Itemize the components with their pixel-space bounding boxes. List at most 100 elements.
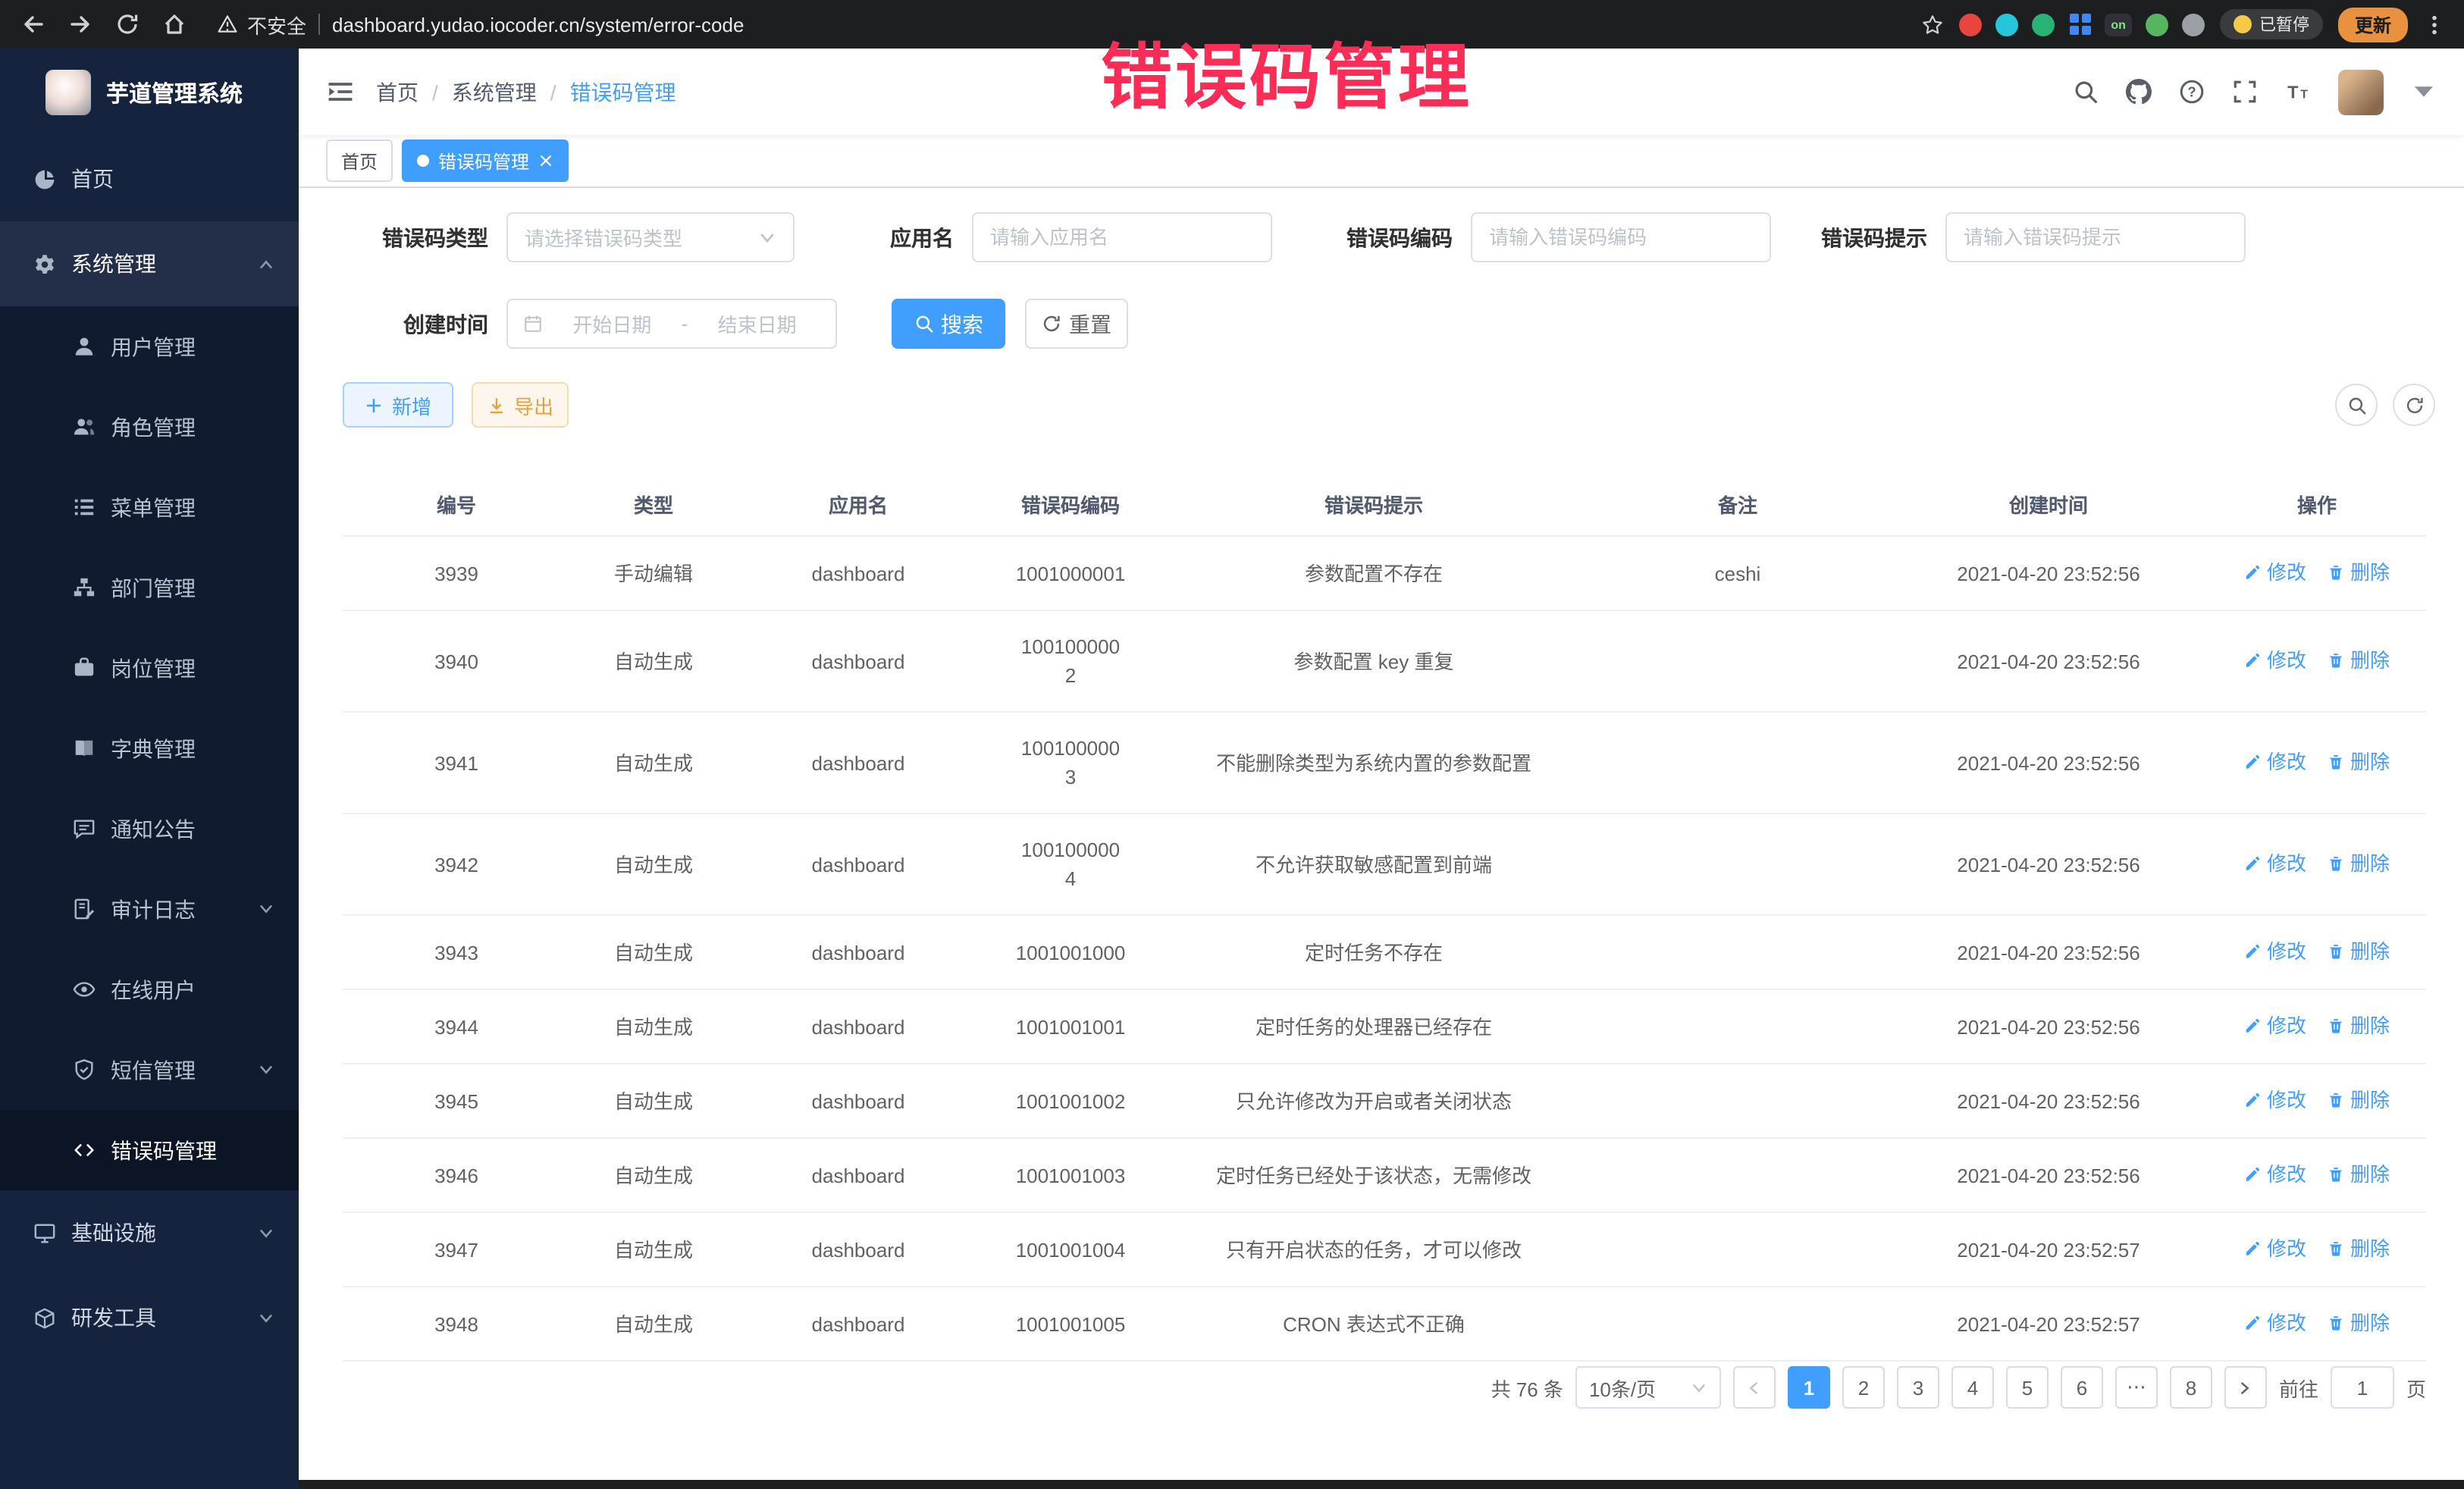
sidebar-item-notice[interactable]: 通知公告 <box>0 788 299 869</box>
sidebar-item-dict[interactable]: 字典管理 <box>0 708 299 788</box>
sidebar-item-dept[interactable]: 部门管理 <box>0 547 299 628</box>
search-button[interactable]: 搜索 <box>892 299 1005 349</box>
chevron-down-icon[interactable] <box>2411 79 2437 105</box>
prev-page-button[interactable] <box>1733 1366 1776 1409</box>
pagination-page-button[interactable]: 5 <box>2006 1366 2049 1409</box>
user-avatar[interactable] <box>2338 69 2384 114</box>
cell-remark <box>1586 610 1889 712</box>
font-size-icon[interactable]: TT <box>2285 79 2311 105</box>
pagination-more-button[interactable]: ⋯ <box>2115 1366 2158 1409</box>
pagination-page-button[interactable]: 8 <box>2170 1366 2212 1409</box>
tab-item[interactable]: 首页 <box>326 139 393 182</box>
export-button[interactable]: 导出 <box>472 382 569 428</box>
sidebar-item-system[interactable]: 系统管理 <box>0 221 299 306</box>
app-name-input[interactable] <box>972 212 1272 262</box>
edit-link-label: 修改 <box>2267 937 2306 966</box>
date-range-picker[interactable]: 开始日期 - 结束日期 <box>506 299 837 349</box>
delete-link[interactable]: 删除 <box>2328 1234 2390 1263</box>
delete-link[interactable]: 删除 <box>2328 1011 2390 1040</box>
edit-link[interactable]: 修改 <box>2244 1011 2306 1040</box>
extension-on-switch-icon[interactable]: on <box>2105 13 2132 36</box>
sidebar-item-menu[interactable]: 菜单管理 <box>0 467 299 547</box>
search-button-label: 搜索 <box>941 309 983 339</box>
sidebar-item-post[interactable]: 岗位管理 <box>0 628 299 708</box>
edit-link[interactable]: 修改 <box>2244 1309 2306 1337</box>
reload-icon[interactable] <box>115 12 140 36</box>
delete-link[interactable]: 删除 <box>2328 937 2390 966</box>
delete-link[interactable]: 删除 <box>2328 1160 2390 1189</box>
github-icon[interactable] <box>2126 79 2152 105</box>
extension-blue-grid-icon[interactable] <box>2068 13 2091 36</box>
delete-link[interactable]: 删除 <box>2328 1309 2390 1337</box>
edit-link[interactable]: 修改 <box>2244 937 2306 966</box>
back-icon[interactable] <box>21 12 45 36</box>
edit-link[interactable]: 修改 <box>2244 1086 2306 1114</box>
extension-teal-icon[interactable] <box>1995 13 2018 36</box>
delete-link[interactable]: 删除 <box>2328 1086 2390 1114</box>
error-hint-input[interactable] <box>1945 212 2246 262</box>
trash-icon <box>2328 754 2344 770</box>
breadcrumb-item[interactable]: 系统管理 <box>452 77 537 107</box>
edit-link[interactable]: 修改 <box>2244 849 2306 878</box>
delete-link-label: 删除 <box>2350 748 2390 776</box>
pagination-page-button[interactable]: 1 <box>1788 1366 1830 1409</box>
breadcrumb-item[interactable]: 首页 <box>376 77 419 107</box>
sidebar-item-online-user[interactable]: 在线用户 <box>0 949 299 1030</box>
browser-menu-icon[interactable] <box>2423 13 2446 36</box>
sidebar-item-audit-log[interactable]: 审计日志 <box>0 869 299 949</box>
tab-item[interactable]: 错误码管理 <box>402 139 569 182</box>
edit-link[interactable]: 修改 <box>2244 646 2306 675</box>
collapse-menu-icon[interactable] <box>299 77 376 106</box>
sidebar-item-infra[interactable]: 基础设施 <box>0 1190 299 1275</box>
delete-link[interactable]: 删除 <box>2328 849 2390 878</box>
delete-link-label: 删除 <box>2350 1234 2390 1263</box>
sidebar-item-error-code[interactable]: 错误码管理 <box>0 1110 299 1190</box>
security-label[interactable]: 不安全 <box>217 10 306 39</box>
search-icon[interactable] <box>2073 79 2099 105</box>
cell-time: 2021-04-20 23:52:56 <box>1889 712 2208 813</box>
sidebar-item-role[interactable]: 角色管理 <box>0 387 299 467</box>
pagination-page-button[interactable]: 3 <box>1897 1366 1939 1409</box>
next-page-button[interactable] <box>2224 1366 2267 1409</box>
sidebar-item-label: 菜单管理 <box>111 492 196 522</box>
extension-green-icon[interactable] <box>2032 13 2055 36</box>
update-button[interactable]: 更新 <box>2338 7 2408 42</box>
sidebar-item-sms[interactable]: 短信管理 <box>0 1030 299 1110</box>
refresh-table-button[interactable] <box>2393 384 2435 426</box>
add-button[interactable]: 新增 <box>343 382 453 428</box>
pagination-page-button[interactable]: 2 <box>1842 1366 1885 1409</box>
error-code-input[interactable] <box>1471 212 1771 262</box>
help-icon[interactable]: ? <box>2179 79 2205 105</box>
extension-leaf-icon[interactable] <box>2146 13 2168 36</box>
delete-link[interactable]: 删除 <box>2328 558 2390 587</box>
delete-link[interactable]: 删除 <box>2328 646 2390 675</box>
reset-button[interactable]: 重置 <box>1025 299 1128 349</box>
edit-link[interactable]: 修改 <box>2244 1234 2306 1263</box>
forward-icon[interactable] <box>68 12 92 36</box>
error-type-select[interactable]: 请选择错误码类型 <box>506 212 795 262</box>
address-bar[interactable]: 不安全 dashboard.yudao.iocoder.cn/system/er… <box>217 10 744 39</box>
goto-page-input[interactable] <box>2331 1366 2394 1409</box>
sidebar-item-home[interactable]: 首页 <box>0 136 299 221</box>
cell-id: 3940 <box>343 610 570 712</box>
extension-red-icon[interactable] <box>1959 13 1982 36</box>
edit-link[interactable]: 修改 <box>2244 558 2306 587</box>
extension-puzzle-icon[interactable] <box>2182 13 2205 36</box>
cell-id: 3947 <box>343 1212 570 1287</box>
close-icon[interactable] <box>538 153 553 168</box>
edit-link[interactable]: 修改 <box>2244 1160 2306 1189</box>
sidebar-item-user[interactable]: 用户管理 <box>0 306 299 387</box>
delete-link[interactable]: 删除 <box>2328 748 2390 776</box>
bookmark-star-icon[interactable] <box>1921 13 1944 36</box>
sidebar-item-label: 系统管理 <box>71 249 156 279</box>
pagination-page-button[interactable]: 6 <box>2061 1366 2103 1409</box>
show-search-button[interactable] <box>2335 384 2378 426</box>
page-size-select[interactable]: 10条/页 <box>1575 1366 1721 1409</box>
paused-badge[interactable]: 已暂停 <box>2220 9 2323 39</box>
edit-link[interactable]: 修改 <box>2244 748 2306 776</box>
chevron-down-icon <box>258 901 274 917</box>
fullscreen-icon[interactable] <box>2232 79 2258 105</box>
home-icon[interactable] <box>162 12 187 36</box>
sidebar-item-dev-tools[interactable]: 研发工具 <box>0 1275 299 1360</box>
pagination-page-button[interactable]: 4 <box>1951 1366 1994 1409</box>
